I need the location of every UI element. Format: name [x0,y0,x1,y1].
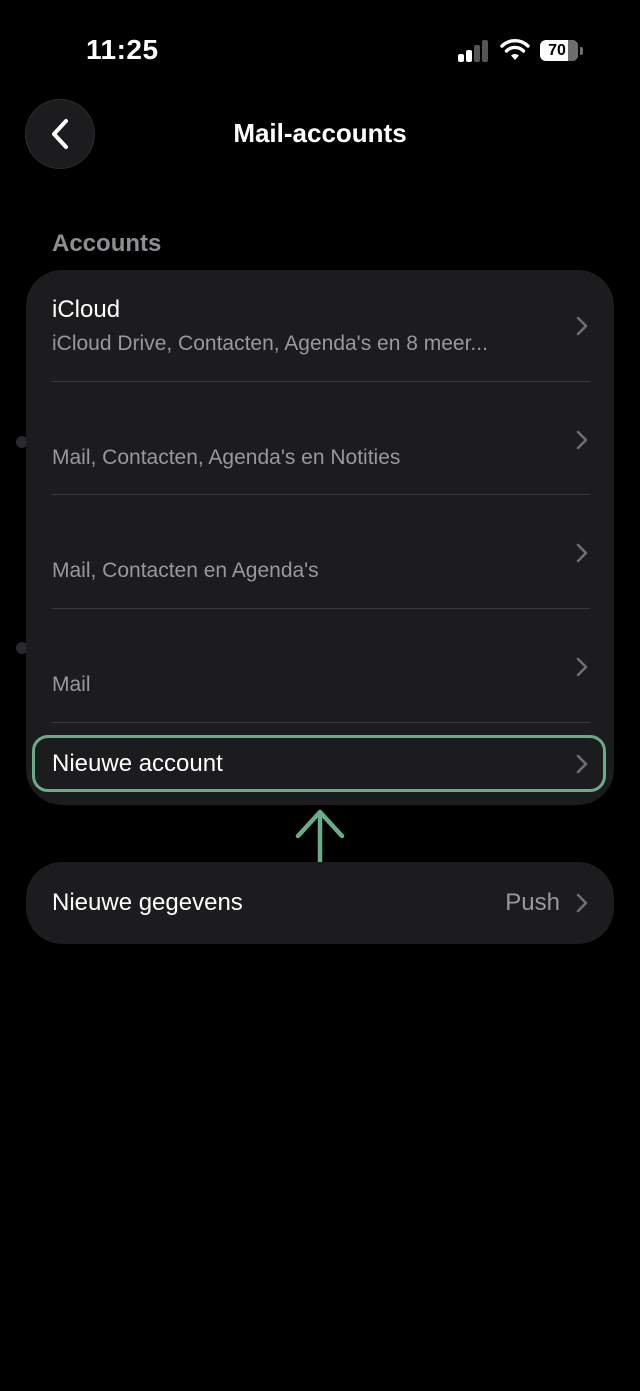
chevron-right-icon [576,430,588,450]
chevron-right-icon [576,657,588,677]
battery-icon: 70 [540,40,578,61]
status-bar: 11:25 70 [0,0,640,100]
section-header-accounts: Accounts [52,230,162,257]
chevron-right-icon [576,893,588,913]
chevron-right-icon [576,316,588,336]
cellular-signal-icon [458,40,490,62]
status-time: 11:25 [86,34,159,65]
account-subtitle: Mail [52,673,91,696]
fetch-label: Nieuwe gegevens [52,889,243,916]
new-account-highlight [32,735,606,792]
account-row[interactable]: Mail, Contacten en Agenda's [26,495,614,608]
battery-level: 70 [548,42,566,59]
fetch-new-data-row[interactable]: Nieuwe gegevens Push [26,862,614,944]
chevron-right-icon [576,543,588,563]
fetch-value: Push [505,889,560,916]
account-subtitle: Mail, Contacten en Agenda's [52,559,319,582]
account-title: iCloud [52,296,121,323]
account-row[interactable]: Mail, Contacten, Agenda's en Notities [26,382,614,495]
account-subtitle: iCloud Drive, Contacten, Agenda's en 8 m… [52,332,488,355]
wifi-icon [500,39,530,60]
account-row-icloud[interactable]: iCloud iCloud Drive, Contacten, Agenda's… [26,270,614,382]
page-title: Mail-accounts [233,118,407,148]
account-row[interactable]: Mail [26,609,614,722]
account-subtitle: Mail, Contacten, Agenda's en Notities [52,446,401,469]
accounts-list: iCloud iCloud Drive, Contacten, Agenda's… [26,270,614,805]
